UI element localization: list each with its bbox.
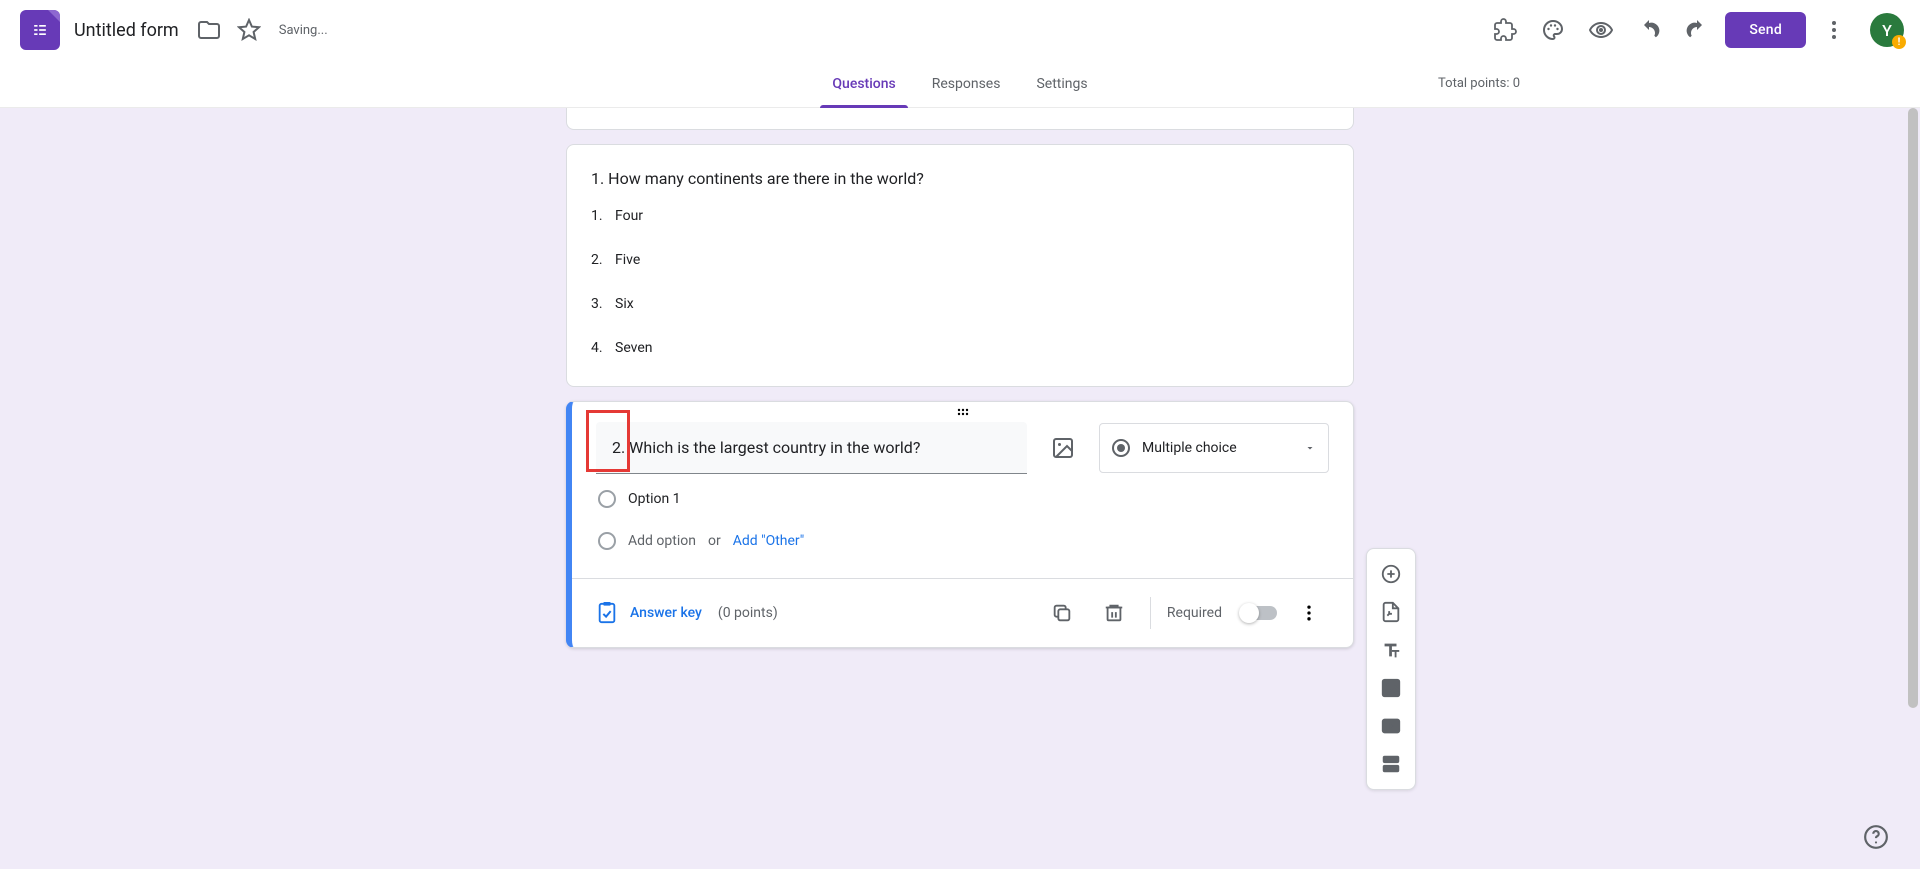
- addons-icon[interactable]: [1485, 10, 1525, 50]
- add-video-icon[interactable]: [1373, 708, 1409, 744]
- add-other-link[interactable]: Add "Other": [733, 533, 805, 549]
- preview-icon[interactable]: [1581, 10, 1621, 50]
- account-avatar[interactable]: Y !: [1870, 13, 1904, 47]
- floating-toolbar: [1366, 548, 1416, 790]
- duplicate-icon[interactable]: [1042, 593, 1082, 633]
- tab-questions[interactable]: Questions: [820, 60, 907, 108]
- question-1-option: 1.Four: [591, 208, 1329, 224]
- add-question-icon[interactable]: [1373, 556, 1409, 592]
- required-toggle[interactable]: [1240, 606, 1277, 620]
- total-points-label: Total points: 0: [1438, 76, 1520, 91]
- drag-handle-icon[interactable]: [596, 402, 1329, 422]
- question-card-1[interactable]: 1. How many continents are there in the …: [566, 144, 1354, 387]
- question-1-option: 4.Seven: [591, 340, 1329, 356]
- add-image-toolbar-icon[interactable]: [1373, 670, 1409, 706]
- or-text: or: [708, 533, 721, 549]
- add-image-icon[interactable]: [1051, 436, 1075, 460]
- answer-key-button[interactable]: Answer key: [630, 605, 702, 621]
- star-icon[interactable]: [229, 10, 269, 50]
- question-card-2-active[interactable]: Multiple choice Option 1 Add option or A…: [566, 401, 1354, 648]
- move-to-folder-icon[interactable]: [189, 10, 229, 50]
- option-radio-icon: [598, 532, 616, 550]
- required-label: Required: [1167, 605, 1222, 621]
- form-title[interactable]: Untitled form: [74, 20, 179, 41]
- redo-icon[interactable]: [1677, 10, 1717, 50]
- send-button[interactable]: Send: [1725, 12, 1806, 48]
- help-icon[interactable]: [1858, 819, 1894, 855]
- tab-responses[interactable]: Responses: [920, 60, 1013, 108]
- points-label: (0 points): [718, 605, 778, 621]
- option-label[interactable]: Option 1: [628, 491, 681, 507]
- form-header-card-bottom[interactable]: [566, 108, 1354, 130]
- option-radio-icon: [598, 490, 616, 508]
- undo-icon[interactable]: [1629, 10, 1669, 50]
- question-more-icon[interactable]: [1289, 593, 1329, 633]
- question-1-title: 1. How many continents are there in the …: [591, 169, 1329, 188]
- add-section-icon[interactable]: [1373, 746, 1409, 782]
- delete-icon[interactable]: [1094, 593, 1134, 633]
- add-title-icon[interactable]: [1373, 632, 1409, 668]
- separator: [1150, 597, 1151, 629]
- import-questions-icon[interactable]: [1373, 594, 1409, 630]
- question-text-input[interactable]: [596, 422, 1027, 474]
- radio-icon: [1112, 439, 1130, 457]
- scrollbar-thumb[interactable]: [1908, 108, 1918, 708]
- avatar-initial: Y: [1882, 21, 1892, 40]
- forms-logo[interactable]: [20, 10, 60, 50]
- add-option-text[interactable]: Add option: [628, 533, 696, 549]
- customize-theme-icon[interactable]: [1533, 10, 1573, 50]
- question-type-label: Multiple choice: [1142, 440, 1237, 456]
- saving-status: Saving...: [279, 23, 328, 38]
- tab-settings[interactable]: Settings: [1024, 60, 1099, 108]
- more-icon[interactable]: [1814, 10, 1854, 50]
- answer-key-icon: [596, 602, 618, 624]
- scrollbar[interactable]: [1904, 108, 1920, 869]
- question-1-option: 3.Six: [591, 296, 1329, 312]
- question-1-option: 2.Five: [591, 252, 1329, 268]
- option-row[interactable]: Option 1: [596, 490, 1329, 508]
- avatar-alert-badge: !: [1892, 35, 1906, 49]
- dropdown-caret-icon: [1304, 442, 1316, 454]
- question-type-select[interactable]: Multiple choice: [1099, 423, 1329, 473]
